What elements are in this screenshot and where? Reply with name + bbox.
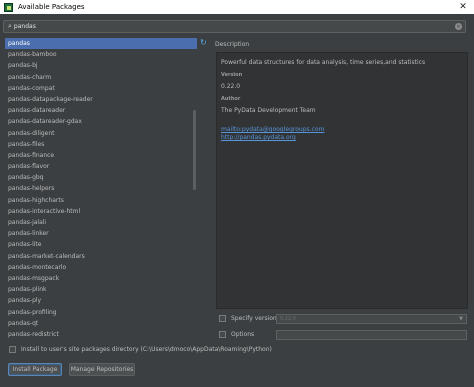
author-value: The PyData Development Team <box>221 107 316 114</box>
package-list-item[interactable]: pandas-ply <box>5 295 197 306</box>
author-label: Author <box>221 96 241 102</box>
package-list-item[interactable]: pandas-helpers <box>5 183 197 194</box>
package-list-item[interactable]: pandas-bamboo <box>5 49 197 60</box>
specify-version-row: Specify version <box>219 315 277 322</box>
pycharm-app-icon <box>4 2 13 12</box>
package-list-item[interactable]: pandas-compat <box>5 83 197 94</box>
close-icon[interactable]: ✕ <box>456 0 470 14</box>
options-checkbox[interactable] <box>219 331 226 338</box>
specify-version-checkbox[interactable] <box>219 315 226 322</box>
package-list-item[interactable]: pandas-flavor <box>5 161 197 172</box>
package-list-item[interactable]: pandas-finance <box>5 150 197 161</box>
email-link[interactable]: mailto:pydata@googlegroups.com <box>221 126 324 133</box>
install-package-button[interactable]: Install Package <box>8 363 62 376</box>
version-label: Version <box>221 72 243 78</box>
package-list-item[interactable]: pandas-linker <box>5 228 197 239</box>
package-list-item[interactable]: pandas-qt <box>5 318 197 329</box>
options-row: Options <box>219 331 254 338</box>
package-list-item[interactable]: pandas-profiling <box>5 307 197 318</box>
refresh-icon[interactable]: ↻ <box>200 39 208 47</box>
package-list-item[interactable]: pandas-datareader-gdax <box>5 116 197 127</box>
url-link-wrap: http://pandas.pydata.org <box>221 134 296 141</box>
package-list-item[interactable]: pandas-interactive-html <box>5 206 197 217</box>
description-panel: Powerful data structures for data analys… <box>216 52 468 309</box>
package-list-item[interactable]: pandas <box>5 38 197 50</box>
package-list-scrollbar[interactable] <box>193 110 196 190</box>
options-input[interactable] <box>276 330 467 340</box>
package-list-item[interactable]: pandas-market-calendars <box>5 251 197 262</box>
search-input[interactable] <box>13 23 434 30</box>
package-list-item[interactable]: pandas-highcharts <box>5 195 197 206</box>
package-list-item[interactable]: pandas-jalali <box>5 217 197 228</box>
version-select[interactable]: 0.22.0 ▼ <box>276 314 467 324</box>
package-list-item[interactable]: pandas-montecarlo <box>5 262 197 273</box>
install-to-user-checkbox[interactable] <box>9 346 16 353</box>
homepage-link[interactable]: http://pandas.pydata.org <box>221 134 296 141</box>
package-list-item[interactable]: pandas-gbq <box>5 172 197 183</box>
manage-repositories-button[interactable]: Manage Repositories <box>69 363 135 376</box>
title-bar: Available Packages ✕ <box>0 0 474 14</box>
description-header: Description <box>215 41 250 48</box>
package-list-item[interactable]: pandas-redistrict <box>5 329 197 340</box>
clear-search-icon[interactable]: ✕ <box>455 23 462 30</box>
install-to-user-row: Install to user's site packages director… <box>9 346 272 353</box>
search-bar: ⌕ ✕ <box>3 20 466 33</box>
package-list-item[interactable]: pandas-charm <box>5 72 197 83</box>
package-list: pandas pandas-bamboo pandas-bj pandas-charm… <box>5 38 197 344</box>
package-list-item[interactable]: pandas-lite <box>5 239 197 250</box>
specify-version-label: Specify version <box>231 315 277 322</box>
options-label: Options <box>231 331 255 338</box>
package-list-item[interactable]: pandas-bj <box>5 60 197 71</box>
window-title: Available Packages <box>18 3 85 11</box>
version-value: 0.22.0 <box>221 83 241 90</box>
package-list-item[interactable]: pandas-files <box>5 139 197 150</box>
install-to-user-label: Install to user's site packages director… <box>21 346 272 353</box>
package-list-item[interactable]: pandas-plink <box>5 284 197 295</box>
search-icon[interactable]: ⌕ <box>8 22 12 31</box>
email-link-wrap: mailto:pydata@googlegroups.com <box>221 126 324 133</box>
chevron-down-icon: ▼ <box>459 316 463 322</box>
package-list-item[interactable]: pandas-diligent <box>5 128 197 139</box>
package-list-item[interactable]: pandas-datapackage-reader <box>5 94 197 105</box>
package-list-item[interactable]: pandas-msgpack <box>5 273 197 284</box>
version-select-value: 0.22.0 <box>280 316 296 322</box>
package-summary: Powerful data structures for data analys… <box>221 59 426 66</box>
package-list-item[interactable]: pandas-datareader <box>5 105 197 116</box>
